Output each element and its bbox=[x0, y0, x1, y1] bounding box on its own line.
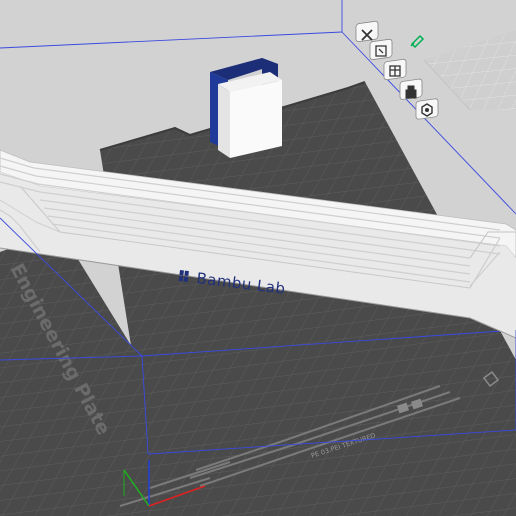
neighbour-plate[interactable] bbox=[423, 30, 516, 111]
3d-scene[interactable]: Engineering Plate PE 03.PEI TEXTURED Bam… bbox=[0, 0, 516, 516]
lock-icon bbox=[405, 85, 417, 99]
wipe-tower[interactable] bbox=[210, 58, 282, 158]
edit-plate-icon[interactable] bbox=[410, 34, 425, 49]
3d-viewport[interactable]: Engineering Plate PE 03.PEI TEXTURED Bam… bbox=[0, 0, 516, 516]
settings-button[interactable] bbox=[415, 98, 439, 120]
lock-button[interactable] bbox=[399, 78, 423, 100]
arrange-button[interactable] bbox=[383, 58, 407, 81]
delete-button[interactable] bbox=[355, 20, 379, 42]
add-plate-button[interactable] bbox=[369, 38, 393, 61]
